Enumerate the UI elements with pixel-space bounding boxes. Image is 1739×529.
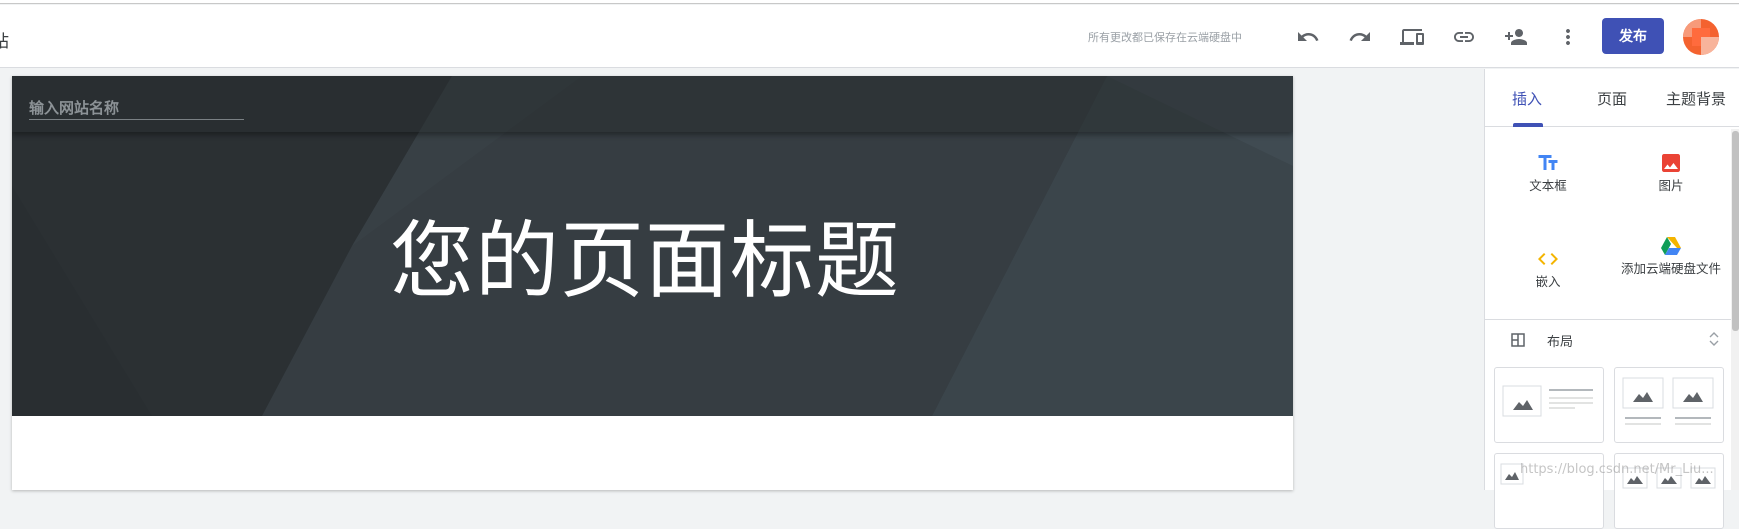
image-icon [1662, 154, 1680, 172]
editor-canvas: 您的页面标题 [0, 69, 1484, 490]
add-person-icon [1505, 29, 1527, 45]
page-header[interactable]: 您的页面标题 [12, 76, 1293, 416]
scrollbar-thumb[interactable] [1732, 131, 1739, 331]
active-tab-indicator [1513, 123, 1543, 127]
layout-option-image-text[interactable] [1494, 367, 1604, 443]
insert-embed[interactable]: 嵌入 [1488, 247, 1608, 317]
side-panel-scrollbar[interactable] [1731, 129, 1739, 490]
layout-section-header[interactable]: 布局 [1485, 319, 1731, 357]
text-box-icon [1538, 155, 1558, 170]
site-title-fragment[interactable]: 站 [0, 27, 9, 52]
layout-option-two-images[interactable] [1614, 367, 1724, 443]
more-vert-icon [1566, 29, 1570, 45]
window-top-edge [0, 0, 1739, 4]
copy-link-button[interactable] [1446, 19, 1482, 55]
insert-image-label: 图片 [1658, 178, 1684, 193]
layout-icon [1511, 333, 1525, 347]
side-panel: 插入 页面 主题背景 文本框 图片 嵌入 添加云端硬盘文件 布局 [1484, 69, 1739, 529]
site-name-input[interactable] [29, 96, 244, 120]
redo-button[interactable] [1342, 19, 1378, 55]
avatar[interactable] [1683, 19, 1719, 55]
insert-text-box[interactable]: 文本框 [1488, 151, 1608, 221]
page-title[interactable]: 您的页面标题 [390, 194, 900, 315]
tab-insert[interactable]: 插入 [1512, 88, 1542, 109]
drive-icon [1661, 237, 1681, 255]
side-panel-tabs: 插入 页面 主题背景 [1485, 69, 1739, 127]
watermark: https://blog.csdn.net/Mr_Liu... [1520, 462, 1714, 477]
preview-devices-icon [1400, 29, 1424, 45]
insert-embed-label: 嵌入 [1535, 274, 1561, 289]
insert-image[interactable]: 图片 [1611, 151, 1731, 221]
undo-button[interactable] [1290, 19, 1326, 55]
undo-icon [1298, 32, 1319, 41]
tab-themes[interactable]: 主题背景 [1666, 88, 1726, 109]
publish-button[interactable]: 发布 [1602, 18, 1664, 54]
insert-text-box-label: 文本框 [1529, 178, 1567, 193]
site-nav-bar [12, 76, 1293, 132]
site-page: 您的页面标题 [12, 76, 1293, 490]
tab-pages[interactable]: 页面 [1597, 88, 1627, 109]
insert-drive-file[interactable]: 添加云端硬盘文件 [1611, 234, 1731, 304]
link-icon [1454, 32, 1474, 42]
save-status: 所有更改都已保存在云端硬盘中 [1088, 31, 1242, 44]
redo-icon [1349, 32, 1370, 41]
preview-button[interactable] [1394, 19, 1430, 55]
share-button[interactable] [1498, 19, 1534, 55]
layout-section-label: 布局 [1547, 335, 1574, 350]
embed-icon [1538, 253, 1558, 265]
collapse-chevron-icon [1709, 332, 1719, 346]
insert-drive-file-label: 添加云端硬盘文件 [1620, 261, 1721, 276]
top-toolbar: 站 所有更改都已保存在云端硬盘中 发布 [0, 5, 1739, 68]
more-options-button[interactable] [1550, 19, 1586, 55]
